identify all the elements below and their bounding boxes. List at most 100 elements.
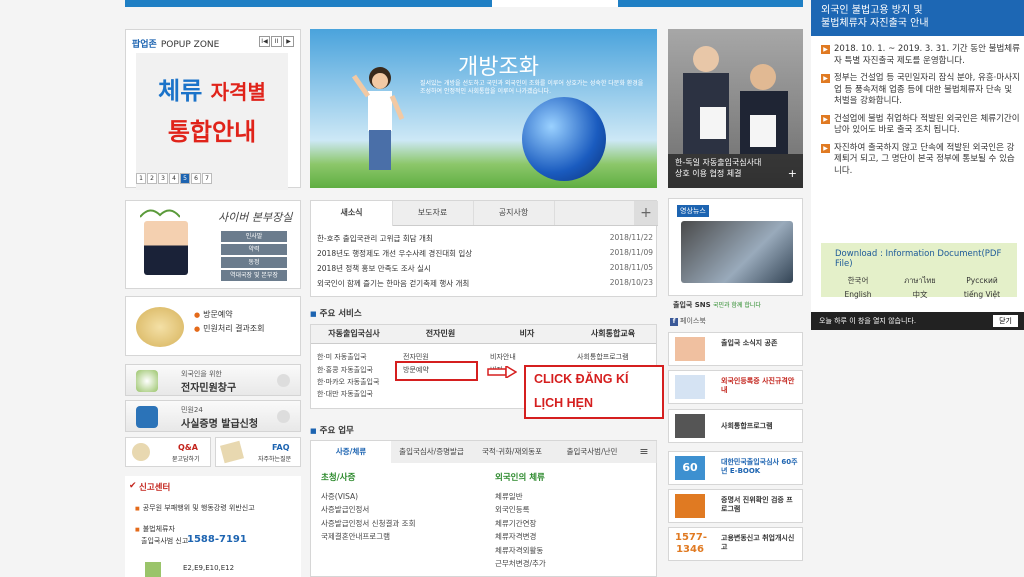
download-title: Download : Information Document(PDF File… bbox=[835, 249, 1002, 269]
tab-press[interactable]: 보도자료 bbox=[392, 201, 474, 225]
minister-greeting-button[interactable]: 인사말 bbox=[221, 231, 287, 242]
photo-news[interactable]: 한-독일 자동출입국심사대 상호 이용 협정 체결 + bbox=[668, 29, 803, 188]
lang-thai-link[interactable]: ภาษาไทย bbox=[889, 274, 951, 288]
popup-first-button[interactable]: I◀ bbox=[259, 36, 270, 47]
ebook-button[interactable]: 60 대한민국출입국심사 60주년 E-BOOK bbox=[668, 451, 803, 485]
menu-icon[interactable]: ≡ bbox=[632, 441, 657, 463]
news-row[interactable]: 2018년도 행정제도 개선 우수사례 경진대회 입상 2018/11/09 bbox=[317, 248, 653, 259]
integration-program-button[interactable]: 사회통합프로그램 bbox=[668, 409, 803, 443]
film-reel-image bbox=[681, 221, 793, 283]
news-date: 2018/11/09 bbox=[609, 248, 653, 257]
work-link[interactable]: 사증(VISA) bbox=[321, 490, 415, 504]
popup-page-3[interactable]: 3 bbox=[158, 173, 168, 184]
faq-icon bbox=[220, 440, 244, 464]
minister-title: 사이버 본부장실 bbox=[218, 211, 293, 224]
video-news[interactable]: 영상뉴스 bbox=[668, 198, 803, 296]
work-link[interactable]: 국제결혼안내프로그램 bbox=[321, 530, 415, 544]
certificate-sub: 민원24 bbox=[181, 406, 203, 414]
popup-image[interactable]: 체류 자격별 통합안내 bbox=[136, 53, 288, 190]
visit-reservation-link[interactable]: 방문예약 bbox=[194, 309, 232, 320]
popup-next-button[interactable]: ▶ bbox=[283, 36, 294, 47]
news-row[interactable]: 외국인이 함께 즐기는 한마음 걷기축제 행사 개최 2018/10/23 bbox=[317, 278, 653, 289]
annotation-callout: CLICK ĐĂNG KÍ LỊCH HẸN bbox=[524, 365, 664, 419]
report-center: ✔ 신고센터 공무원 부패행위 및 행동강령 위반신고 불법체류자 출입국사범 … bbox=[125, 476, 301, 577]
illegal-stay-link[interactable]: 불법체류자 bbox=[135, 524, 175, 534]
popup-image-text1: 체류 bbox=[158, 77, 203, 105]
notice-list: 2018. 10. 1. ~ 2019. 3. 31. 기간 동안 불법체류자 … bbox=[821, 44, 1021, 183]
work-link[interactable]: 사증발급인정서 bbox=[321, 503, 415, 517]
faq-button[interactable]: FAQ 자주하는질문 bbox=[215, 437, 301, 467]
lang-english-link[interactable]: English bbox=[827, 288, 889, 302]
popup-page-1[interactable]: 1 bbox=[136, 173, 146, 184]
lang-chinese-link[interactable]: 中文 bbox=[889, 288, 951, 302]
qa-button[interactable]: Q&A 묻고답하기 bbox=[125, 437, 211, 467]
work-link[interactable]: 체류기간연장 bbox=[495, 517, 546, 531]
photo-more-button[interactable]: + bbox=[788, 167, 797, 180]
popup-page-5[interactable]: 5 bbox=[180, 173, 190, 184]
visa-guide-link[interactable]: 비자안내 bbox=[490, 352, 516, 362]
red-arrow-icon bbox=[487, 366, 517, 378]
minister-profile-button[interactable]: 약력 bbox=[221, 244, 287, 255]
facebook-link[interactable]: f 페이스북 bbox=[670, 316, 706, 326]
work-link[interactable]: 사증발급인정서 신청결과 조회 bbox=[321, 517, 415, 531]
work-link[interactable]: 외국인등록 bbox=[495, 503, 546, 517]
photo-spec-button[interactable]: 외국인등록증 사진규격안내 bbox=[668, 370, 803, 404]
work-panel: 사증/체류 출입국심사/증명발급 국적·귀화/재외동포 출입국사범/난민 ≡ 초… bbox=[310, 440, 657, 577]
tab-nationality[interactable]: 국적·귀화/재외동포 bbox=[472, 441, 553, 463]
tab-offenders-refugee[interactable]: 출입국사범/난민 bbox=[552, 441, 633, 463]
tab-immigration-cert[interactable]: 출입국심사/증명발급 bbox=[391, 441, 473, 463]
notice-title-line2: 불법체류자 자진출국 안내 bbox=[821, 18, 929, 29]
auto-immigration-link[interactable]: 한·대만 자동출입국 bbox=[317, 389, 373, 399]
e-civil-window-button[interactable]: 외국인을 위한 전자민원창구 bbox=[125, 364, 301, 396]
popup-pager: 1234567 bbox=[136, 173, 213, 184]
service-col-ecivil[interactable]: 전자민원 bbox=[397, 325, 485, 344]
banner-subtitle: 질서있는 개방을 선도하고 국민과 외국인이 조화를 이루어 상호가는 성숙한 … bbox=[420, 80, 644, 95]
service-col-auto[interactable]: 자동출입국심사 bbox=[311, 325, 398, 344]
certificate-check-button[interactable]: 증명서 진위확인 검증 프로그램 bbox=[668, 489, 803, 523]
news-panel: 새소식 보도자료 공지사항 + 한-호주 출입국관리 고위급 회담 개최 2018… bbox=[310, 200, 658, 297]
work-heading: 주요 업무 bbox=[310, 424, 354, 436]
certificate-request-button[interactable]: 민원24 사실증명 발급신청 bbox=[125, 400, 301, 432]
notice-item: 건설업에 불법 취업하다 적발된 외국인은 체류기간이 남아 있어도 바로 출국… bbox=[821, 114, 1021, 137]
work-link[interactable]: 근무처변경/추가 bbox=[495, 557, 546, 571]
auto-immigration-link[interactable]: 한·홍콩 자동출입국 bbox=[317, 365, 373, 375]
lang-vietnamese-link[interactable]: tiếng Việt bbox=[951, 288, 1013, 302]
newsletter-button[interactable]: 출입국 소식지 공존 bbox=[668, 332, 803, 366]
annotation-line2: LỊCH HẸN bbox=[534, 396, 594, 410]
tab-notice[interactable]: 공지사항 bbox=[473, 201, 555, 225]
popup-page-2[interactable]: 2 bbox=[147, 173, 157, 184]
auto-immigration-link[interactable]: 한·미 자동출입국 bbox=[317, 352, 367, 362]
work-link[interactable]: 체류일반 bbox=[495, 490, 546, 504]
integration-program-link[interactable]: 사회통합프로그램 bbox=[577, 352, 629, 362]
main-banner[interactable]: 개방조화 질서있는 개방을 선도하고 국민과 외국인이 조화를 이루어 상호가는… bbox=[310, 29, 657, 188]
officials-photo bbox=[683, 46, 788, 154]
employment-report-button[interactable]: 1577- 1346 고용변동신고 취업개시신고 bbox=[668, 527, 803, 561]
lang-korean-link[interactable]: 한국어 bbox=[827, 274, 889, 288]
popup-pause-button[interactable]: II bbox=[271, 36, 282, 47]
faq-title: FAQ bbox=[272, 443, 290, 452]
popup-page-6[interactable]: 6 bbox=[191, 173, 201, 184]
complaint-result-link[interactable]: 민원처리 결과조회 bbox=[194, 323, 264, 334]
news-more-button[interactable]: + bbox=[634, 201, 658, 225]
work-link[interactable]: 체류자격외활동 bbox=[495, 544, 546, 558]
close-button[interactable]: 닫기 bbox=[993, 315, 1018, 327]
popup-page-4[interactable]: 4 bbox=[169, 173, 179, 184]
work-link[interactable]: 체류자격변경 bbox=[495, 530, 546, 544]
corruption-report-link[interactable]: 공무원 부패행위 및 행동강령 위반신고 bbox=[135, 503, 255, 513]
work-col1-title: 초청/사증 bbox=[321, 473, 356, 483]
news-row[interactable]: 한-호주 출입국관리 고위급 회담 개최 2018/11/22 bbox=[317, 233, 653, 244]
auto-immigration-link[interactable]: 한·마카오 자동출입국 bbox=[317, 377, 379, 387]
minister-activity-button[interactable]: 동정 bbox=[221, 257, 287, 268]
video-news-label: 영상뉴스 bbox=[677, 205, 709, 217]
top-nav-selected-tab[interactable] bbox=[492, 0, 618, 7]
tab-visa-stay[interactable]: 사증/체류 bbox=[311, 441, 392, 463]
tab-news[interactable]: 새소식 bbox=[311, 201, 393, 226]
news-row[interactable]: 2018년 정책 홍보 만족도 조사 실시 2018/11/05 bbox=[317, 263, 653, 274]
top-nav-bar[interactable] bbox=[125, 0, 803, 7]
lang-russian-link[interactable]: Русский bbox=[951, 274, 1013, 288]
popup-page-7[interactable]: 7 bbox=[202, 173, 212, 184]
service-col-integration[interactable]: 사회통합교육 bbox=[570, 325, 656, 344]
photo-caption-line2: 상호 이용 협정 체결 bbox=[675, 169, 742, 178]
service-col-visa[interactable]: 비자 bbox=[484, 325, 571, 344]
minister-history-button[interactable]: 역대국장 및 본부장 bbox=[221, 270, 287, 281]
